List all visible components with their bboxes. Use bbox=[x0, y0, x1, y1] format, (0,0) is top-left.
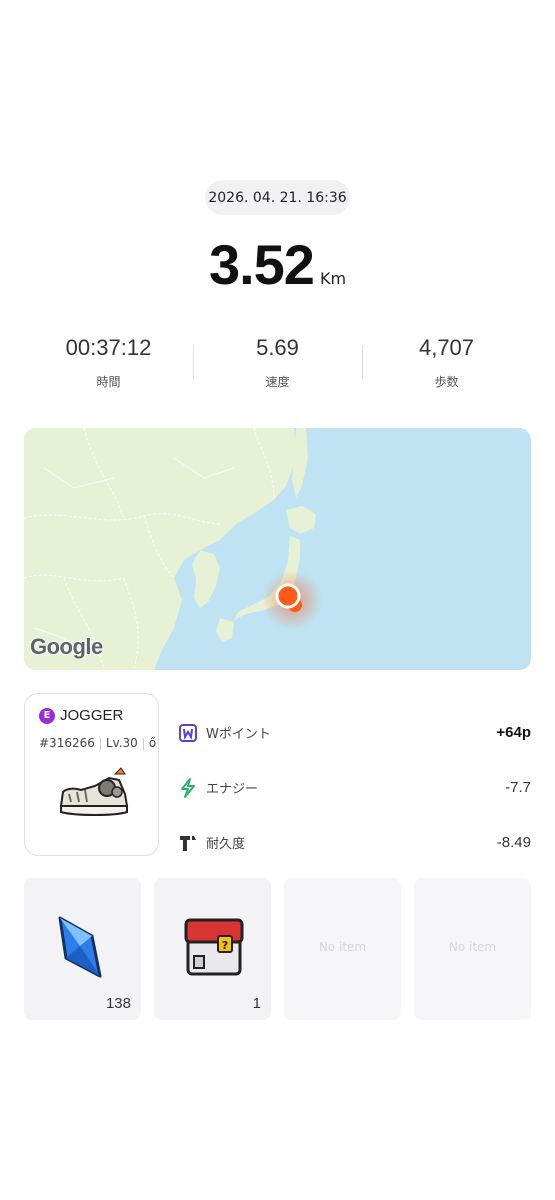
stat-steps-label: 歩数 bbox=[434, 375, 459, 389]
stat-time-value: 00:37:12 bbox=[65, 335, 152, 360]
box-count: 1 bbox=[252, 995, 261, 1012]
result-w-point: Wポイント +64p bbox=[178, 705, 531, 760]
mystery-box-icon: ? bbox=[184, 918, 244, 976]
stat-time-label: 時間 bbox=[96, 375, 121, 389]
item-slot-box[interactable]: ? 1 bbox=[154, 878, 271, 1020]
location-marker bbox=[275, 583, 301, 609]
shoe-extra-icon: ő bbox=[148, 736, 157, 750]
rarity-badge: E bbox=[39, 707, 55, 724]
stat-speed-label: 速度 bbox=[265, 375, 290, 389]
energy-value: -7.7 bbox=[505, 779, 531, 796]
gem-count: 138 bbox=[105, 995, 131, 1012]
distance-unit: Km bbox=[319, 269, 347, 288]
item-slot-empty-1[interactable]: No item bbox=[284, 878, 401, 1020]
shoe-id: #316266 bbox=[39, 736, 95, 750]
meta-divider bbox=[142, 737, 144, 750]
datetime-pill: 2026. 04. 21. 16:36 bbox=[205, 180, 350, 215]
stat-time: 00:37:12 時間 bbox=[24, 335, 193, 395]
item-slots: 138 ? 1 No item No item bbox=[24, 878, 531, 1020]
stat-steps-value: 4,707 bbox=[418, 335, 475, 360]
activity-datetime: 2026. 04. 21. 16:36 bbox=[208, 189, 347, 206]
results-list: Wポイント +64p エナジー -7.7 耐久度 -8.49 bbox=[178, 705, 531, 870]
blue-gem-icon bbox=[58, 916, 102, 978]
shoe-image bbox=[59, 767, 129, 816]
shoe-level: Lv.30 bbox=[105, 736, 138, 750]
distance-display: 3.52 Km bbox=[0, 232, 555, 297]
item-slot-empty-2[interactable]: No item bbox=[414, 878, 531, 1020]
durability-value: -8.49 bbox=[496, 834, 531, 851]
shoe-meta: #316266 Lv.30 ő bbox=[39, 736, 156, 750]
google-attribution: Google bbox=[30, 634, 103, 659]
meta-divider bbox=[99, 737, 101, 750]
stats-row: 00:37:12 時間 5.69 速度 4,707 歩数 bbox=[24, 335, 531, 395]
w-point-label: Wポイント bbox=[206, 727, 271, 742]
route-map[interactable]: Google bbox=[24, 428, 531, 670]
w-point-value: +64p bbox=[496, 724, 531, 741]
svg-text:?: ? bbox=[222, 939, 228, 952]
result-energy: エナジー -7.7 bbox=[178, 760, 531, 815]
result-durability: 耐久度 -8.49 bbox=[178, 815, 531, 870]
stat-speed: 5.69 速度 bbox=[193, 335, 362, 395]
stat-steps: 4,707 歩数 bbox=[362, 335, 531, 395]
distance-value: 3.52 bbox=[208, 233, 315, 296]
no-item-label: No item bbox=[318, 940, 367, 954]
w-point-icon bbox=[179, 723, 197, 742]
energy-label: エナジー bbox=[206, 782, 259, 797]
item-slot-gem[interactable]: 138 bbox=[24, 878, 141, 1020]
durability-label: 耐久度 bbox=[206, 837, 246, 852]
no-item-label: No item bbox=[448, 940, 497, 954]
shoe-header: E JOGGER bbox=[39, 707, 123, 724]
shoe-type: JOGGER bbox=[60, 707, 124, 724]
durability-icon bbox=[180, 835, 196, 851]
energy-icon bbox=[181, 777, 195, 798]
shoe-card[interactable]: E JOGGER #316266 Lv.30 ő bbox=[24, 693, 159, 856]
stat-speed-value: 5.69 bbox=[256, 335, 299, 360]
